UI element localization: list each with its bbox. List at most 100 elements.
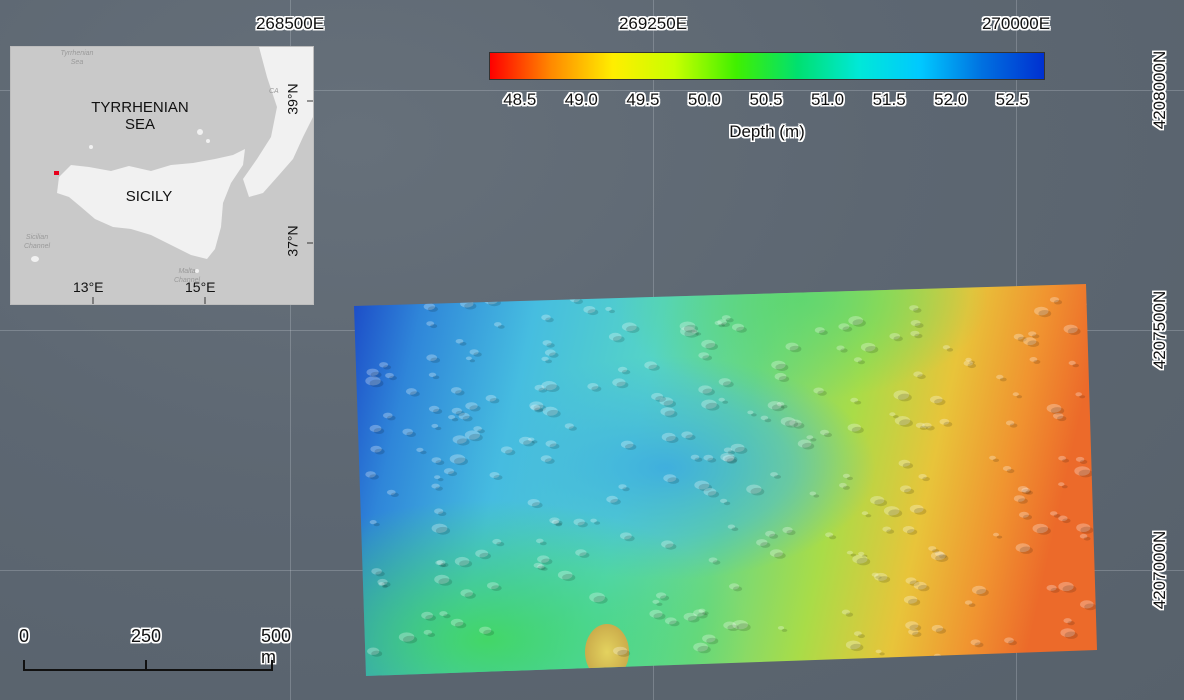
bedform-shadow <box>406 431 416 437</box>
bedform-shadow <box>454 621 467 629</box>
bedform-shadow <box>621 369 631 375</box>
easting-label-2: 269250E <box>618 14 688 33</box>
bedform-shadow <box>1032 334 1040 339</box>
bedform-shadow <box>435 486 443 491</box>
bedform-shadow <box>1067 621 1075 626</box>
bedform-shadow <box>725 318 734 323</box>
bedform-shadow <box>922 476 930 482</box>
bedform-shadow <box>879 652 885 656</box>
bedform-shadow <box>469 359 476 363</box>
bedform-shadow <box>1016 395 1023 399</box>
bedform-shadow <box>1023 514 1032 520</box>
bedform-shadow <box>487 299 501 307</box>
bedform-shadow <box>613 336 625 343</box>
bedform-shadow <box>845 612 854 617</box>
inset-lon-tick-13e: 13°E <box>73 279 104 295</box>
bedform-shadow <box>624 535 635 542</box>
bedform-shadow <box>473 352 482 357</box>
bedform-shadow <box>967 363 976 369</box>
bedform-shadow <box>687 615 700 623</box>
bedform-shadow <box>722 381 734 388</box>
bedform-shadow <box>549 443 560 449</box>
bedform-shadow <box>455 410 465 416</box>
bedform-shadow <box>410 391 420 397</box>
depth-tick-label: 51.0 <box>811 90 845 109</box>
bedform-shadow <box>913 308 922 313</box>
inset-location-map: Tyrrhenian Sea CA TYRRHENIAN SEA SICILY Si… <box>10 46 314 305</box>
bedform-shadow <box>493 475 503 480</box>
bedform-shadow <box>568 426 577 431</box>
bedform-shadow <box>694 457 703 462</box>
bedform-shadow <box>1079 395 1086 399</box>
bedform-shadow <box>705 343 718 350</box>
depth-tick-label: 49.0 <box>564 90 598 109</box>
bedform-shadow <box>469 433 483 442</box>
bedform-shadow <box>489 398 500 404</box>
bedform-shadow <box>483 629 495 636</box>
bedform-shadow <box>1062 518 1071 524</box>
bedform-shadow <box>505 449 516 456</box>
scale-bar-line <box>23 660 273 671</box>
bedform-shadow <box>760 542 771 548</box>
bedform-shadow <box>899 419 913 427</box>
map-canvas[interactable]: 268500E 269250E 270000E 4208000N 4207500… <box>0 0 1184 700</box>
bedform-shadow <box>850 643 864 652</box>
bedform-shadow <box>1090 305 1096 309</box>
bedform-shadow <box>999 377 1007 382</box>
bedform-shadow <box>456 438 470 446</box>
bedform-shadow <box>914 323 924 328</box>
depth-tick-label: 49.5 <box>626 90 660 109</box>
bedform-shadow <box>1025 490 1033 495</box>
bedform-shadow <box>852 319 866 327</box>
bedform-shadow <box>369 379 384 388</box>
bedform-shadow <box>579 552 590 558</box>
bedform-shadow <box>917 584 930 592</box>
bedform-shadow <box>909 624 922 632</box>
bedform-shadow <box>878 576 891 583</box>
depth-legend-title: Depth (m) <box>729 122 805 141</box>
bedform-shadow <box>591 386 602 392</box>
aeolian-island <box>206 139 210 143</box>
inset-lat-tick-39n: 39°N <box>284 83 301 115</box>
bedform-shadow <box>464 302 477 310</box>
bedform-shadow <box>425 614 436 621</box>
bedform-shadow <box>531 440 538 444</box>
bedform-shadow <box>1017 498 1028 504</box>
bedform-shadow <box>888 509 903 518</box>
bedform-shadow <box>817 390 827 396</box>
bedform-shadow <box>731 527 739 532</box>
bedform-shadow <box>374 448 385 455</box>
bedform-shadow <box>369 474 379 480</box>
bedform-shadow <box>786 529 796 536</box>
bedform-shadow <box>1027 340 1040 347</box>
inset-lon-tick-15e: 15°E <box>185 279 216 295</box>
bedform-shadow <box>451 417 459 422</box>
bedform-shadow <box>594 521 601 525</box>
bedform-shadow <box>1072 363 1079 368</box>
bedform-shadow <box>886 529 895 534</box>
bedform-shadow <box>455 390 465 396</box>
depth-color-ramp <box>489 52 1045 80</box>
bedform-shadow <box>784 420 799 428</box>
northing-label-2: 4207500N <box>1150 290 1169 370</box>
bedform-shadow <box>685 434 696 441</box>
bedform-shadow <box>389 375 397 381</box>
bedform-shadow <box>440 562 449 568</box>
bedform-shadow <box>1050 407 1065 415</box>
bedform-shadow <box>1079 459 1088 464</box>
bedform-shadow <box>734 446 748 454</box>
bedform-shadow <box>707 457 717 463</box>
bedform-shadow <box>669 620 680 627</box>
bedform-shadow <box>538 387 548 393</box>
bedform-shadow <box>1067 327 1081 335</box>
bedform-shadow <box>974 642 984 648</box>
bedform-shadow <box>531 502 543 509</box>
bedform-shadow <box>774 552 786 559</box>
bedform-shadow <box>373 428 385 434</box>
bedform-shadow <box>1064 631 1078 639</box>
bathymetry-survey[interactable] <box>352 280 1100 680</box>
bedform-shadow <box>893 336 903 342</box>
bedform-shadow <box>919 425 928 430</box>
bedform-shadow <box>430 357 441 363</box>
bedform-shadow <box>454 457 468 466</box>
